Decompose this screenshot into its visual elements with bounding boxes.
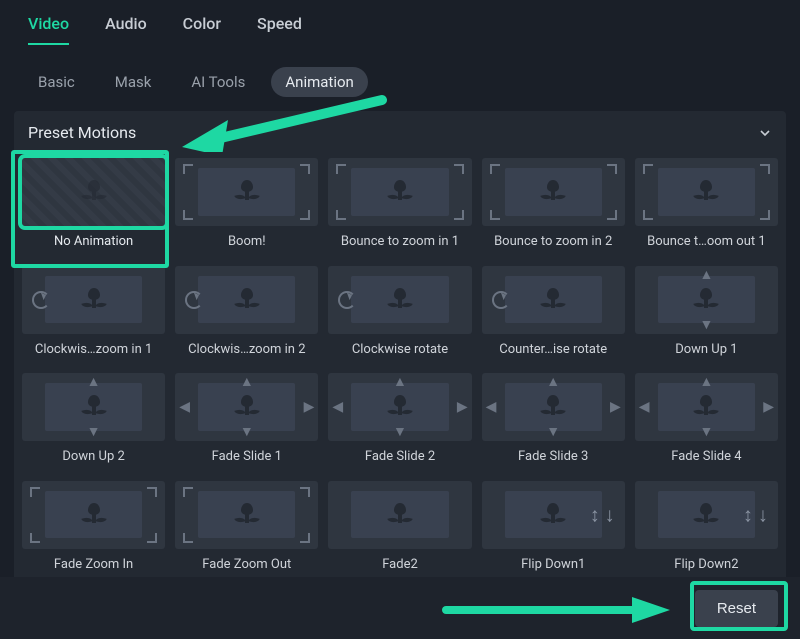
preset-grid: No Animation Boom! Bounce to zoom in 1 Boun… <box>14 154 786 594</box>
preset-tile[interactable]: Fade Zoom Out <box>175 481 318 583</box>
footer-bar: Reset <box>0 577 800 639</box>
preset-tile[interactable]: ▲▼◀▶ Fade Slide 3 <box>482 373 625 475</box>
preset-thumbnail: ▲▼◀▶ <box>328 373 471 441</box>
preset-tile[interactable]: ▲▼◀▶ Fade Slide 1 <box>175 373 318 475</box>
preset-thumbnail <box>328 481 471 549</box>
preset-label: Fade Zoom In <box>54 557 133 575</box>
main-tab-color[interactable]: Color <box>183 14 221 45</box>
preset-motions-header[interactable]: Preset Motions <box>14 111 786 154</box>
preset-tile[interactable]: No Animation <box>22 158 165 260</box>
sub-tab-basic[interactable]: Basic <box>24 67 89 97</box>
preset-tile[interactable]: Bounce to zoom in 2 <box>482 158 625 260</box>
section-title: Preset Motions <box>28 123 136 142</box>
preset-label: Bounce to zoom in 1 <box>341 234 459 252</box>
preset-thumbnail: ↕ ↓ <box>482 481 625 549</box>
preset-label: Fade2 <box>382 557 418 575</box>
preset-tile[interactable]: Fade Zoom In <box>22 481 165 583</box>
main-tab-audio[interactable]: Audio <box>105 14 147 45</box>
preset-label: Down Up 2 <box>62 449 124 467</box>
preset-label: Down Up 1 <box>675 342 737 360</box>
preset-tile[interactable]: ▲▼◀▶ Fade Slide 2 <box>328 373 471 475</box>
preset-label: Clockwis…zoom in 2 <box>188 342 305 360</box>
preset-thumbnail <box>635 158 778 226</box>
preset-thumbnail <box>22 266 165 334</box>
preset-thumbnail: ↕ ↓ <box>635 481 778 549</box>
preset-tile[interactable]: ▲▼ Down Up 1 <box>635 266 778 368</box>
preset-thumbnail <box>328 266 471 334</box>
preset-label: Flip Down1 <box>521 557 585 575</box>
preset-thumbnail: ▲▼◀▶ <box>175 373 318 441</box>
preset-thumbnail <box>328 158 471 226</box>
preset-motions-section: Preset Motions No Animation Boom! Bounce t… <box>14 111 786 594</box>
preset-tile[interactable]: ↕ ↓ Flip Down1 <box>482 481 625 583</box>
preset-tile[interactable]: Boom! <box>175 158 318 260</box>
preset-thumbnail <box>482 266 625 334</box>
preset-label: No Animation <box>54 234 133 252</box>
preset-tile[interactable]: ▲▼◀▶ Fade Slide 4 <box>635 373 778 475</box>
preset-label: Fade Zoom Out <box>202 557 291 575</box>
preset-label: Clockwise rotate <box>352 342 448 360</box>
preset-tile[interactable]: Clockwis…zoom in 2 <box>175 266 318 368</box>
preset-label: Boom! <box>228 234 266 252</box>
preset-label: Fade Slide 1 <box>212 449 282 467</box>
sub-tab-mask[interactable]: Mask <box>101 67 166 97</box>
preset-tile[interactable]: Fade2 <box>328 481 471 583</box>
sub-tab-bar: Basic Mask AI Tools Animation <box>0 57 800 111</box>
preset-label: Bounce to zoom in 2 <box>494 234 612 252</box>
chevron-down-icon <box>758 126 772 140</box>
sub-tab-animation[interactable]: Animation <box>271 67 367 97</box>
reset-button[interactable]: Reset <box>695 590 778 627</box>
preset-label: Fade Slide 3 <box>518 449 588 467</box>
preset-thumbnail: ▲▼ <box>635 266 778 334</box>
main-tab-video[interactable]: Video <box>28 14 69 45</box>
preset-tile[interactable]: Clockwise rotate <box>328 266 471 368</box>
preset-label: Fade Slide 2 <box>365 449 435 467</box>
preset-thumbnail: ▲▼ <box>22 373 165 441</box>
preset-label: Bounce t…oom out 1 <box>647 234 766 252</box>
preset-thumbnail: ▲▼◀▶ <box>482 373 625 441</box>
preset-label: Counter…ise rotate <box>499 342 607 360</box>
preset-label: Fade Slide 4 <box>671 449 741 467</box>
preset-thumbnail: ▲▼◀▶ <box>635 373 778 441</box>
preset-label: Flip Down2 <box>674 557 738 575</box>
preset-thumbnail <box>22 481 165 549</box>
preset-tile[interactable]: Bounce t…oom out 1 <box>635 158 778 260</box>
preset-thumbnail <box>175 158 318 226</box>
preset-label: Clockwis…zoom in 1 <box>35 342 152 360</box>
preset-tile[interactable]: Bounce to zoom in 1 <box>328 158 471 260</box>
preset-tile[interactable]: ↕ ↓ Flip Down2 <box>635 481 778 583</box>
preset-thumbnail <box>22 158 165 226</box>
preset-tile[interactable]: Clockwis…zoom in 1 <box>22 266 165 368</box>
preset-tile[interactable]: ▲▼ Down Up 2 <box>22 373 165 475</box>
preset-thumbnail <box>175 481 318 549</box>
main-tab-bar: Video Audio Color Speed <box>0 0 800 57</box>
preset-thumbnail <box>482 158 625 226</box>
preset-thumbnail <box>175 266 318 334</box>
main-tab-speed[interactable]: Speed <box>257 14 302 45</box>
preset-tile[interactable]: Counter…ise rotate <box>482 266 625 368</box>
sub-tab-ai-tools[interactable]: AI Tools <box>177 67 259 97</box>
